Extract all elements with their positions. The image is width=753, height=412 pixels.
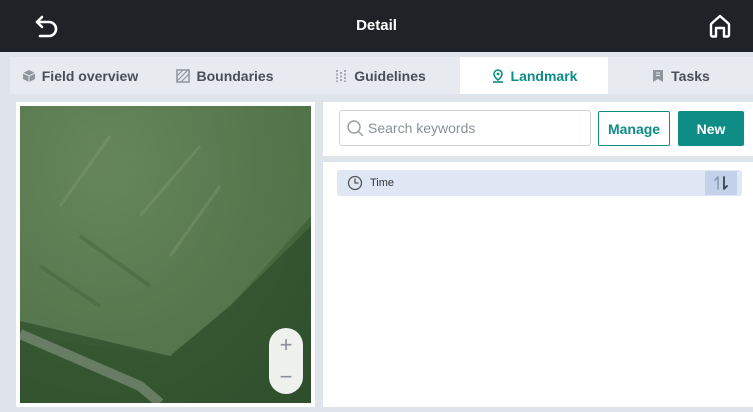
tab-label: Field overview (41, 67, 139, 84)
cube-icon (22, 69, 35, 82)
sort-label: Time (370, 177, 395, 189)
hatched-square-icon (176, 68, 191, 83)
tab-label: Guidelines (354, 67, 426, 84)
tab-guidelines[interactable]: Guidelines (300, 57, 460, 94)
bookmark-icon (653, 69, 664, 82)
location-pin-icon (492, 68, 503, 83)
satellite-map[interactable]: + − (20, 106, 311, 403)
page-title: Detail (356, 17, 397, 34)
manage-button[interactable]: Manage (598, 111, 670, 146)
landmark-list: Time (323, 162, 753, 407)
sort-row: Time (337, 170, 742, 196)
tab-boundaries[interactable]: Boundaries (150, 57, 300, 94)
landmark-panel: Manage New Time (323, 102, 753, 407)
field-imagery (20, 106, 311, 403)
top-bar: Detail (0, 0, 753, 52)
tab-field-overview[interactable]: Field overview (10, 57, 150, 94)
zoom-control: + − (269, 328, 303, 394)
clock-icon (347, 175, 363, 191)
search-input[interactable] (368, 120, 588, 136)
tab-bar: Field overview Boundaries Guidelines Lan… (10, 57, 753, 94)
sort-toggle-button[interactable] (705, 171, 737, 195)
map-panel: + − (16, 102, 315, 407)
tab-tasks[interactable]: Tasks (608, 57, 753, 94)
search-box (339, 110, 591, 146)
zoom-out-button[interactable]: − (269, 362, 303, 392)
tab-landmark[interactable]: Landmark (460, 57, 608, 94)
sort-toggle-icon (714, 176, 728, 190)
tab-label: Tasks (671, 67, 710, 84)
tab-label: Boundaries (196, 67, 274, 84)
search-bar: Manage New (323, 102, 753, 156)
tab-label: Landmark (510, 67, 578, 84)
guideline-icon (336, 69, 346, 82)
home-icon[interactable] (707, 13, 733, 39)
search-icon (347, 120, 364, 137)
new-button[interactable]: New (678, 111, 744, 146)
zoom-in-button[interactable]: + (269, 330, 303, 360)
